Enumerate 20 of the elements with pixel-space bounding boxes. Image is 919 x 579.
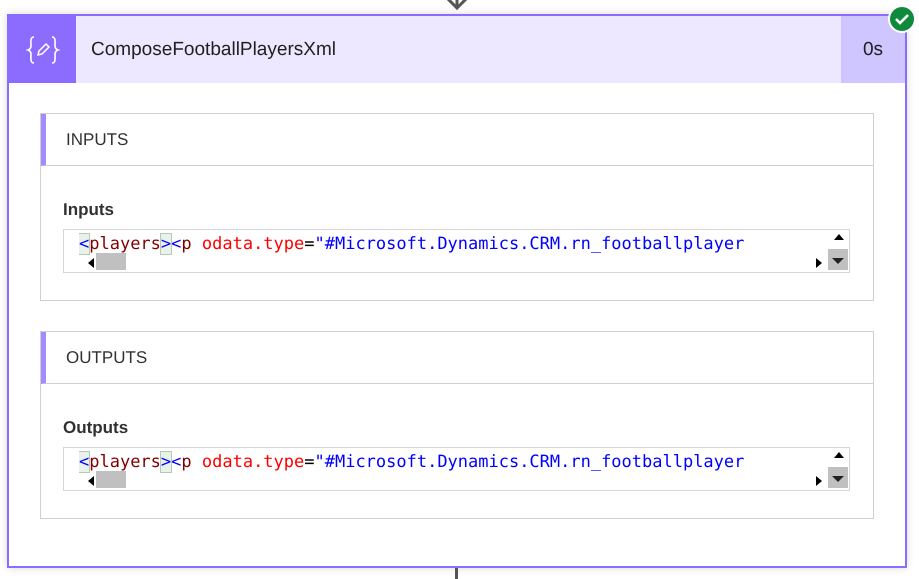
scroll-up-icon[interactable] (834, 234, 844, 240)
scrollbar-thumb[interactable] (96, 253, 126, 270)
code-line: <players><p odata.type="#Microsoft.Dynamics.CRM.rn_footballplayer (79, 451, 746, 473)
code-field[interactable]: <players><p odata.type="#Microsoft.Dynamics.CRM.rn_footballplayer (63, 229, 850, 273)
action-title: ComposeFootballPlayersXml (91, 38, 336, 60)
section-heading: OUTPUTS (66, 348, 148, 368)
code-field[interactable]: <players><p odata.type="#Microsoft.Dynamics.CRM.rn_footballplayer (63, 447, 850, 491)
scroll-down-icon[interactable] (828, 467, 848, 488)
scroll-right-icon[interactable] (816, 258, 822, 268)
field-label: Outputs (63, 418, 128, 438)
code-line: <players><p odata.type="#Microsoft.Dynamics.CRM.rn_footballplayer (79, 233, 746, 255)
scroll-left-icon[interactable] (88, 258, 94, 268)
scroll-down-icon[interactable] (828, 249, 848, 270)
field-label: Inputs (63, 200, 114, 220)
section-heading: INPUTS (66, 130, 128, 150)
scroll-left-icon[interactable] (88, 476, 94, 486)
duration: 0s (862, 38, 884, 60)
scroll-right-icon[interactable] (816, 476, 822, 486)
scrollbar-thumb[interactable] (96, 471, 126, 488)
scroll-up-icon[interactable] (834, 452, 844, 458)
